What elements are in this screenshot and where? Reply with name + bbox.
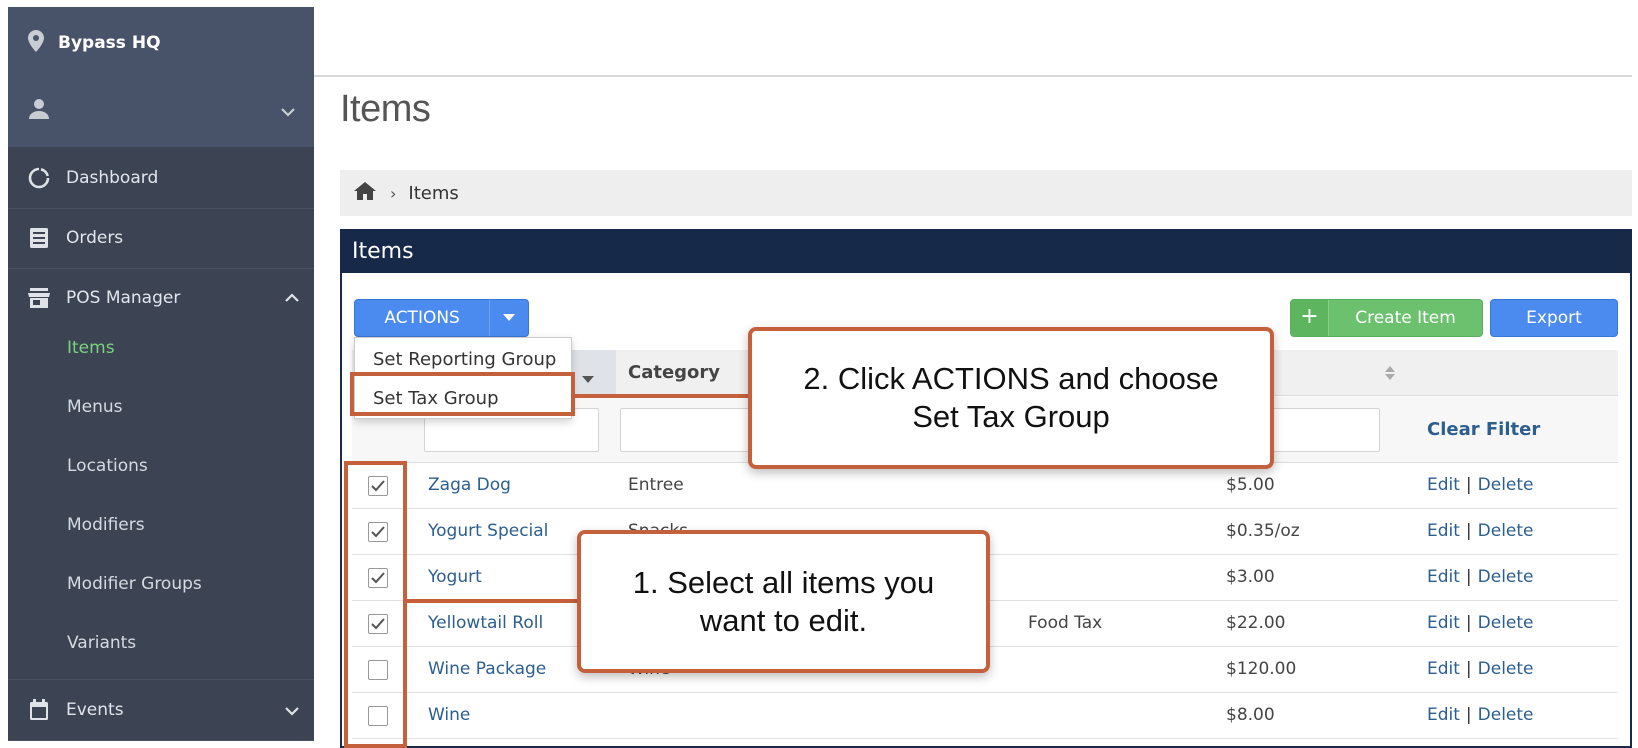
sidebar-sub-menus[interactable]: Menus — [8, 376, 314, 438]
action-separator: | — [1465, 475, 1472, 495]
item-name-link[interactable]: Wine Package — [428, 659, 546, 679]
item-name-link[interactable]: Yogurt — [428, 567, 482, 587]
sort-down-icon — [582, 369, 594, 388]
step-2-line-1: 2. Click ACTIONS and choose — [803, 361, 1219, 397]
home-icon[interactable] — [354, 181, 376, 205]
chevron-up-icon — [284, 288, 300, 308]
step-1-line-2: want to edit. — [699, 602, 868, 638]
breadcrumb: › Items — [340, 170, 1632, 216]
callout-connector — [575, 394, 750, 398]
item-price: $120.00 — [1226, 659, 1297, 679]
row-actions: Edit | Delete — [1427, 521, 1534, 541]
chevron-down-icon — [284, 701, 300, 721]
item-category: Entree — [628, 475, 684, 495]
sidebar-sub-modifier-groups[interactable]: Modifier Groups — [8, 553, 314, 615]
dashboard-icon — [28, 167, 50, 189]
delete-link[interactable]: Delete — [1478, 705, 1534, 725]
item-price: $22.00 — [1226, 613, 1286, 633]
action-separator: | — [1465, 705, 1472, 725]
sidebar-item-orders[interactable]: Orders — [8, 207, 314, 269]
calendar-icon — [28, 699, 50, 721]
step-2-line-2: Set Tax Group — [912, 399, 1110, 434]
row-actions: Edit | Delete — [1427, 567, 1534, 587]
panel-title: Items — [340, 229, 1632, 273]
delete-link[interactable]: Delete — [1478, 659, 1534, 679]
sidebar: Bypass HQ Dashboard Orders POS Manager I… — [8, 7, 314, 741]
actions-button[interactable]: ACTIONS — [354, 299, 529, 337]
actions-label: ACTIONS — [355, 300, 491, 336]
store-icon — [28, 287, 50, 309]
edit-link[interactable]: Edit — [1427, 475, 1460, 495]
sidebar-sub-locations[interactable]: Locations — [8, 435, 314, 497]
breadcrumb-current: Items — [408, 182, 459, 204]
export-button[interactable]: Export — [1490, 299, 1618, 337]
sort-icon[interactable] — [1385, 365, 1395, 384]
create-item-button[interactable]: + Create Item — [1290, 299, 1483, 337]
user-icon — [28, 98, 50, 124]
create-item-label: Create Item — [1355, 308, 1456, 328]
row-actions: Edit | Delete — [1427, 613, 1534, 633]
item-price: $3.00 — [1226, 567, 1275, 587]
delete-link[interactable]: Delete — [1478, 567, 1534, 587]
category-column-header[interactable]: Category — [628, 362, 720, 383]
edit-link[interactable]: Edit — [1427, 705, 1460, 725]
sidebar-header: Bypass HQ — [8, 7, 314, 147]
caret-down-icon[interactable] — [490, 314, 528, 322]
edit-link[interactable]: Edit — [1427, 567, 1460, 587]
item-name-link[interactable]: Wine — [428, 705, 470, 725]
category-filter-input[interactable] — [620, 408, 750, 452]
delete-link[interactable]: Delete — [1478, 521, 1534, 541]
location-name: Bypass HQ — [58, 33, 161, 53]
edit-link[interactable]: Edit — [1427, 613, 1460, 633]
step-1-callout: 1. Select all items you want to edit. — [577, 530, 990, 673]
item-price: $8.00 — [1226, 705, 1275, 725]
page-title: Items — [340, 88, 431, 130]
top-bar — [314, 7, 1632, 77]
action-separator: | — [1465, 659, 1472, 679]
sidebar-label-orders: Orders — [66, 227, 124, 248]
map-pin-icon — [28, 29, 58, 57]
delete-link[interactable]: Delete — [1478, 613, 1534, 633]
action-separator: | — [1465, 613, 1472, 633]
row-actions: Edit | Delete — [1427, 475, 1534, 495]
table-row: Wine $8.00 Edit | Delete — [352, 693, 1618, 739]
item-name-link[interactable]: Zaga Dog — [428, 475, 511, 495]
sidebar-label-dashboard: Dashboard — [66, 167, 159, 188]
menu-item-set-reporting-group[interactable]: Set Reporting Group — [373, 349, 556, 370]
edit-link[interactable]: Edit — [1427, 521, 1460, 541]
item-price: $5.00 — [1226, 475, 1275, 495]
item-tax-group: Food Tax — [1028, 613, 1103, 633]
action-separator: | — [1465, 521, 1472, 541]
action-separator: | — [1465, 567, 1472, 587]
item-name-link[interactable]: Yellowtail Roll — [428, 613, 543, 633]
set-tax-group-highlight — [350, 372, 575, 416]
step-1-line-1: 1. Select all items you — [632, 564, 935, 600]
chevron-down-icon — [280, 102, 296, 121]
sidebar-label-pos-manager: POS Manager — [66, 288, 181, 308]
sidebar-sub-items[interactable]: Items — [8, 317, 314, 379]
sidebar-label-events: Events — [66, 700, 124, 720]
sidebar-sub-variants[interactable]: Variants — [8, 612, 314, 674]
delete-link[interactable]: Delete — [1478, 475, 1534, 495]
clear-filter-link[interactable]: Clear Filter — [1427, 419, 1540, 440]
plus-icon: + — [1291, 300, 1329, 336]
sidebar-item-dashboard[interactable]: Dashboard — [8, 147, 314, 209]
checkbox-column-highlight — [344, 461, 407, 748]
user-menu[interactable] — [28, 91, 310, 131]
row-actions: Edit | Delete — [1427, 659, 1534, 679]
table-row: Zaga Dog Entree $5.00 Edit | Delete — [352, 463, 1618, 509]
item-name-link[interactable]: Yogurt Special — [428, 521, 548, 541]
callout-connector — [407, 599, 579, 603]
location-selector[interactable]: Bypass HQ — [28, 29, 161, 57]
receipt-icon — [28, 227, 50, 249]
row-actions: Edit | Delete — [1427, 705, 1534, 725]
breadcrumb-separator-icon: › — [390, 183, 397, 203]
step-2-callout: 2. Click ACTIONS and choose Set Tax Grou… — [748, 327, 1274, 469]
item-price: $0.35/oz — [1226, 521, 1300, 541]
sidebar-sub-modifiers[interactable]: Modifiers — [8, 494, 314, 556]
edit-link[interactable]: Edit — [1427, 659, 1460, 679]
sidebar-item-events[interactable]: Events — [8, 679, 314, 741]
